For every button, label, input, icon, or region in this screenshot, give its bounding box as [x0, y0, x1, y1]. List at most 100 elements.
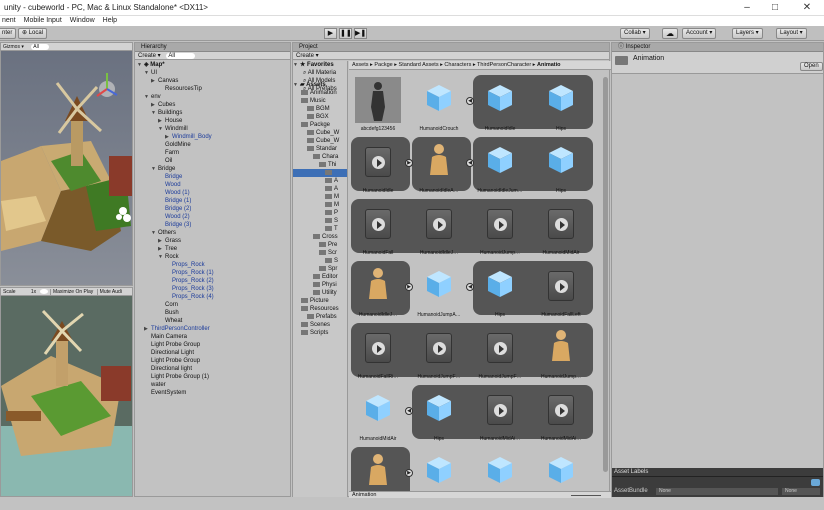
- folder-item[interactable]: P: [293, 209, 347, 217]
- favorite-item[interactable]: ⌕ All Materia: [293, 69, 347, 77]
- asset-item[interactable]: Hips: [471, 259, 529, 329]
- expand-arrow-icon[interactable]: ▼: [151, 109, 158, 117]
- expand-arrow-icon[interactable]: ▼: [151, 165, 158, 173]
- breadcrumb-item[interactable]: Packge: [374, 62, 392, 68]
- asset-item[interactable]: HumanoidIdleJum…: [471, 135, 529, 205]
- mute-audio-toggle[interactable]: Mute Audi: [96, 289, 122, 295]
- folder-item[interactable]: Chara: [293, 153, 347, 161]
- asset-item[interactable]: HumanoidFallLeft: [532, 259, 590, 329]
- folder-item[interactable]: Cube_W: [293, 137, 347, 145]
- folder-item[interactable]: Pre: [293, 241, 347, 249]
- hierarchy-item[interactable]: Props_Rock (4): [135, 293, 290, 301]
- hierarchy-item[interactable]: ▼ UI: [135, 69, 290, 77]
- play-button[interactable]: ▶: [324, 28, 337, 39]
- scale-value[interactable]: 1x: [31, 289, 36, 295]
- folder-item[interactable]: Animation: [293, 89, 347, 97]
- menu-mobile-input[interactable]: Mobile Input: [24, 16, 62, 26]
- hierarchy-item[interactable]: Light Probe Group (1): [135, 373, 290, 381]
- expand-arrow-icon[interactable]: ▶: [151, 77, 158, 85]
- hierarchy-item[interactable]: Wood (1): [135, 189, 290, 197]
- hierarchy-item[interactable]: Bridge (3): [135, 221, 290, 229]
- project-create-button[interactable]: Create ▾: [296, 53, 319, 59]
- hierarchy-item[interactable]: Oil: [135, 157, 290, 165]
- expand-arrow-icon[interactable]: ▶: [165, 133, 172, 141]
- folder-item[interactable]: Music: [293, 97, 347, 105]
- close-button[interactable]: ✕: [796, 1, 818, 14]
- pivot-center-toggle[interactable]: nter: [0, 28, 17, 39]
- hierarchy-item[interactable]: Farm: [135, 149, 290, 157]
- asset-item[interactable]: [471, 445, 529, 491]
- menu-component[interactable]: nent: [2, 16, 16, 26]
- asset-item[interactable]: HumanoidIdleJ…: [349, 259, 407, 329]
- folder-item[interactable]: Thi: [293, 161, 347, 169]
- scale-slider[interactable]: [39, 289, 48, 295]
- asset-item[interactable]: HumanoidIdleJ…: [410, 197, 468, 267]
- folder-item[interactable]: Scr: [293, 249, 347, 257]
- folder-item[interactable]: Scripts: [293, 329, 347, 337]
- folder-item[interactable]: A: [293, 177, 347, 185]
- breadcrumb-item[interactable]: Characters: [444, 62, 471, 68]
- folder-item[interactable]: Picture: [293, 297, 347, 305]
- folder-item[interactable]: T: [293, 225, 347, 233]
- hierarchy-item[interactable]: Props_Rock (1): [135, 269, 290, 277]
- folder-item[interactable]: BGX: [293, 113, 347, 121]
- layout-dropdown[interactable]: Layout ▾: [776, 28, 807, 39]
- asset-item[interactable]: HumanoidJumpF…: [471, 321, 529, 391]
- expand-arrow-icon[interactable]: ▼: [158, 125, 165, 133]
- favorites-header[interactable]: ▼ ★ Favorites: [293, 61, 347, 69]
- asset-item[interactable]: Hips: [532, 135, 590, 205]
- folder-item[interactable]: S: [293, 257, 347, 265]
- hierarchy-item[interactable]: Light Probe Group: [135, 357, 290, 365]
- hierarchy-item[interactable]: EventSystem: [135, 389, 290, 397]
- breadcrumb-item[interactable]: Assets: [352, 62, 369, 68]
- folder-item[interactable]: Physi: [293, 281, 347, 289]
- local-global-toggle[interactable]: ⊕ Local: [18, 28, 48, 39]
- tag-icon[interactable]: [811, 479, 820, 486]
- expand-sub-assets-icon[interactable]: ▶: [405, 469, 413, 477]
- menu-window[interactable]: Window: [70, 16, 95, 26]
- hierarchy-item[interactable]: Props_Rock (2): [135, 277, 290, 285]
- folder-item[interactable]: S: [293, 217, 347, 225]
- hierarchy-item[interactable]: ▶ Canvas: [135, 77, 290, 85]
- cloud-icon[interactable]: ☁: [662, 28, 678, 39]
- scene-search[interactable]: All: [31, 44, 49, 50]
- step-button[interactable]: ▶❚: [354, 28, 367, 39]
- hierarchy-item[interactable]: Main Camera: [135, 333, 290, 341]
- hierarchy-item[interactable]: Light Probe Group: [135, 341, 290, 349]
- pause-button[interactable]: ❚❚: [339, 28, 352, 39]
- expand-arrow-icon[interactable]: ▶: [158, 237, 165, 245]
- expand-arrow-icon[interactable]: ▶: [151, 101, 158, 109]
- expand-arrow-icon[interactable]: ▼: [151, 229, 158, 237]
- asset-item[interactable]: [410, 445, 468, 491]
- hierarchy-item[interactable]: ▶ Grass: [135, 237, 290, 245]
- asset-item[interactable]: abcdefg123456: [349, 73, 407, 143]
- thumbnail-size-slider[interactable]: [571, 495, 601, 496]
- folder-item[interactable]: Prefabs: [293, 313, 347, 321]
- maximize-button[interactable]: □: [764, 1, 786, 14]
- hierarchy-search[interactable]: All: [166, 53, 196, 59]
- hierarchy-item[interactable]: Directional light: [135, 365, 290, 373]
- expand-sub-assets-icon[interactable]: ▶: [405, 159, 413, 167]
- folder-item[interactable]: Cross: [293, 233, 347, 241]
- breadcrumb-item[interactable]: ThirdPersonCharacter: [477, 62, 531, 68]
- hierarchy-item[interactable]: Corn: [135, 301, 290, 309]
- hierarchy-item[interactable]: ▶ Tree: [135, 245, 290, 253]
- folder-item[interactable]: M: [293, 201, 347, 209]
- expand-sub-assets-icon[interactable]: ◀: [466, 97, 474, 105]
- project-tab[interactable]: Project: [293, 43, 609, 52]
- hierarchy-item[interactable]: ▼ env: [135, 93, 290, 101]
- asset-item[interactable]: HumanoidMidAi…: [471, 383, 529, 453]
- hierarchy-item[interactable]: Bridge (1): [135, 197, 290, 205]
- expand-arrow-icon[interactable]: ▼: [144, 93, 151, 101]
- breadcrumb-item[interactable]: Animatio: [537, 62, 561, 68]
- hierarchy-item[interactable]: Wood (2): [135, 213, 290, 221]
- expand-sub-assets-icon[interactable]: ◀: [466, 159, 474, 167]
- scene-view[interactable]: Gizmos ▾ All: [0, 42, 133, 286]
- asset-item[interactable]: HumanoidIdle: [349, 135, 407, 205]
- hierarchy-item[interactable]: ▼ Windmill: [135, 125, 290, 133]
- folder-item[interactable]: Scenes: [293, 321, 347, 329]
- folder-item[interactable]: M: [293, 193, 347, 201]
- hierarchy-item[interactable]: GoldMine: [135, 141, 290, 149]
- collab-button[interactable]: Collab ▾: [620, 28, 650, 39]
- hierarchy-item[interactable]: ▼ Rock: [135, 253, 290, 261]
